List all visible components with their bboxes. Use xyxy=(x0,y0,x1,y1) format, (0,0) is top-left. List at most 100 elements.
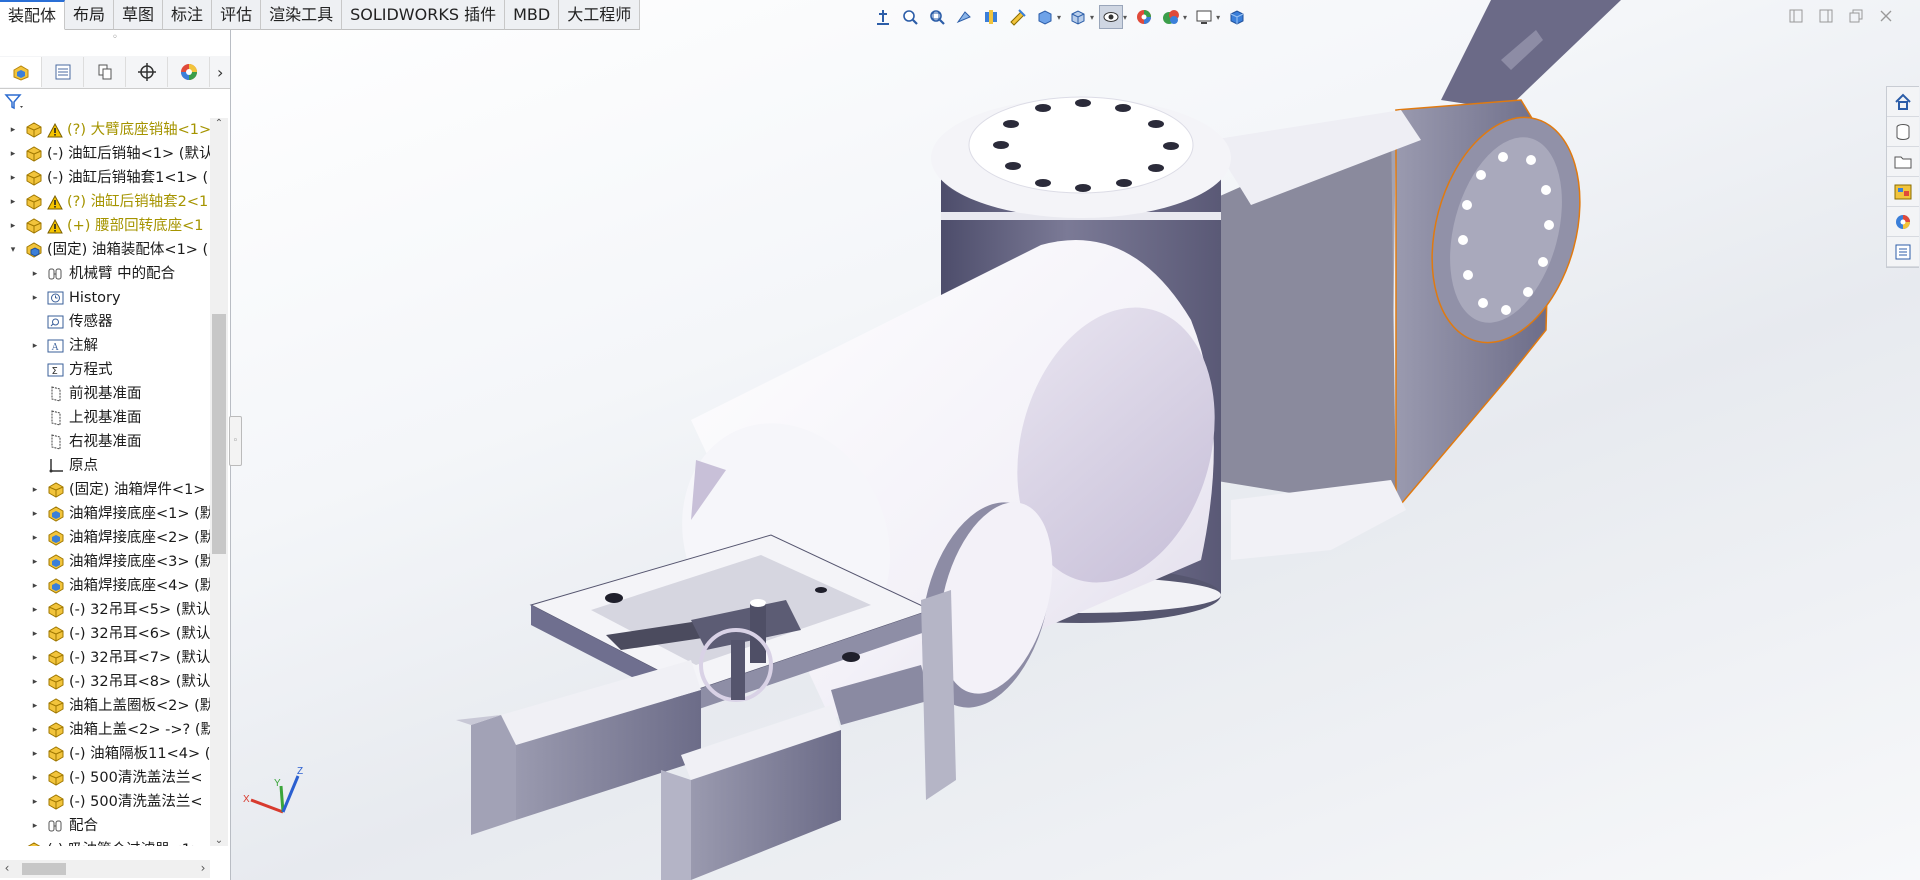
section-view-icon[interactable] xyxy=(979,5,1003,29)
file-explorer-icon[interactable] xyxy=(1887,147,1919,177)
custom-properties-icon[interactable] xyxy=(1887,237,1919,267)
tree-item[interactable]: 原点 xyxy=(30,454,98,478)
expand-twisty-icon[interactable]: ▸ xyxy=(30,622,40,646)
3d-view-icon[interactable] xyxy=(1225,5,1249,29)
expand-twisty-icon[interactable]: ▸ xyxy=(30,814,40,838)
expand-twisty-icon[interactable]: ▸ xyxy=(30,598,40,622)
view-orientation-icon[interactable] xyxy=(1033,5,1057,29)
dropdown-arrow-icon[interactable]: ▾ xyxy=(1057,13,1061,22)
expand-twisty-icon[interactable]: ▸ xyxy=(8,214,18,238)
property-manager-icon[interactable] xyxy=(42,57,85,87)
tree-item[interactable]: ▸ History xyxy=(30,286,121,310)
panel-grip[interactable]: ◦ xyxy=(0,30,230,46)
expand-twisty-icon[interactable]: ▸ xyxy=(8,166,18,190)
tree-item[interactable]: ▸ 油箱上盖<2> ->? (默 xyxy=(30,718,210,742)
expand-twisty-icon[interactable]: ▸ xyxy=(30,790,40,814)
zoom-to-area-icon[interactable] xyxy=(925,5,949,29)
zoom-to-fit-icon[interactable] xyxy=(898,5,922,29)
home-icon[interactable] xyxy=(1887,87,1919,117)
tree-item[interactable]: ▸ (-) 油缸后销轴套1<1> ( xyxy=(8,166,208,190)
horizontal-scroll-thumb[interactable] xyxy=(22,863,66,875)
close-icon[interactable] xyxy=(1876,6,1896,26)
dropdown-arrow-icon[interactable]: ▾ xyxy=(1090,13,1094,22)
tile-left-icon[interactable] xyxy=(1786,6,1806,26)
scroll-right-arrow-icon[interactable]: › xyxy=(196,861,210,875)
expand-twisty-icon[interactable]: ▸ xyxy=(30,502,40,526)
expand-twisty-icon[interactable]: ▸ xyxy=(30,742,40,766)
tree-item[interactable]: 前视基准面 xyxy=(30,382,142,406)
tree-item[interactable]: ▸ (固定) 油箱焊件<1> xyxy=(30,478,206,502)
scroll-left-arrow-icon[interactable]: ‹ xyxy=(0,861,14,875)
expand-twisty-icon[interactable]: ▸ xyxy=(30,766,40,790)
display-manager-icon[interactable] xyxy=(168,57,211,87)
tile-right-icon[interactable] xyxy=(1816,6,1836,26)
feature-manager-icon[interactable] xyxy=(0,57,43,87)
view-palette-icon[interactable] xyxy=(1887,177,1919,207)
graphics-area[interactable] xyxy=(231,0,1920,880)
tab-solidworks-addins[interactable]: SOLIDWORKS 插件 xyxy=(342,0,506,30)
tree-item[interactable]: ▾ (固定) 油箱装配体<1> ( xyxy=(8,238,208,262)
expand-twisty-icon[interactable]: ▸ xyxy=(8,142,18,166)
restore-icon[interactable] xyxy=(1846,6,1866,26)
tree-item[interactable]: ▸ 油箱焊接底座<3> (默 xyxy=(30,550,210,574)
expand-twisty-icon[interactable]: ▸ xyxy=(30,670,40,694)
tree-item[interactable]: ▸ (?) 大臂底座销轴<1> xyxy=(8,118,210,142)
design-library-icon[interactable] xyxy=(1887,117,1919,147)
view-settings-icon[interactable] xyxy=(1192,5,1216,29)
expand-twisty-icon[interactable]: ▸ xyxy=(8,118,18,142)
tab-layout[interactable]: 布局 xyxy=(65,0,115,30)
expand-twisty-icon[interactable]: ▸ xyxy=(8,190,18,214)
tree-item[interactable]: ▸ (+) 腰部回转底座<1 xyxy=(8,214,204,238)
dropdown-arrow-icon[interactable]: ▾ xyxy=(1183,13,1187,22)
edit-appearance-icon[interactable] xyxy=(1132,5,1156,29)
tree-item[interactable]: ▸ (-) 32吊耳<6> (默认 xyxy=(30,622,210,646)
expand-twisty-icon[interactable]: ▸ xyxy=(30,718,40,742)
tree-item[interactable]: ▸ 油箱上盖圈板<2> (默 xyxy=(30,694,210,718)
dimxpert-icon[interactable] xyxy=(126,57,169,87)
tree-item[interactable]: ▸ (-) 油箱隔板11<4> ( xyxy=(30,742,210,766)
vertical-scroll-thumb[interactable] xyxy=(212,314,226,554)
tree-item[interactable]: ▸ (-) 500清洗盖法兰< xyxy=(30,766,203,790)
scroll-up-arrow-icon[interactable]: ⌃ xyxy=(210,118,228,129)
tree-item[interactable]: ▸ (?) 油缸后销轴套2<1 xyxy=(8,190,208,214)
scroll-down-arrow-icon[interactable]: ⌄ xyxy=(210,835,228,846)
tab-render-tools[interactable]: 渲染工具 xyxy=(261,0,343,30)
expand-twisty-icon[interactable]: ▸ xyxy=(8,838,18,846)
previous-view-icon[interactable] xyxy=(952,5,976,29)
hide-show-items-icon[interactable] xyxy=(1099,5,1124,29)
expand-twisty-icon[interactable]: ▸ xyxy=(30,694,40,718)
collapse-twisty-icon[interactable]: ▾ xyxy=(8,238,18,262)
tree-item[interactable]: ▸ 油箱焊接底座<1> (默 xyxy=(30,502,210,526)
tab-markup[interactable]: 标注 xyxy=(163,0,213,30)
dropdown-arrow-icon[interactable]: ▾ xyxy=(1216,13,1220,22)
expand-twisty-icon[interactable]: ▸ xyxy=(30,526,40,550)
view-orientation-pin-icon[interactable] xyxy=(871,5,895,29)
tree-item[interactable]: ▸ (-) 500清洗盖法兰< xyxy=(30,790,203,814)
tree-item[interactable]: ▸ 配合 xyxy=(30,814,98,838)
tab-mbd[interactable]: MBD xyxy=(505,0,560,30)
apply-scene-icon[interactable] xyxy=(1159,5,1183,29)
display-style-icon[interactable] xyxy=(1066,5,1090,29)
tree-item[interactable]: ▸ (-) 吸油管合过滤器<1> xyxy=(8,838,203,846)
tree-item[interactable]: 上视基准面 xyxy=(30,406,142,430)
expand-twisty-icon[interactable]: ▸ xyxy=(30,334,40,358)
more-tabs-chevron-icon[interactable]: › xyxy=(210,63,230,82)
expand-twisty-icon[interactable]: ▸ xyxy=(30,286,40,310)
tab-evaluate[interactable]: 评估 xyxy=(212,0,262,30)
tree-item[interactable]: Σ 方程式 xyxy=(30,358,113,382)
tab-engineer[interactable]: 大工程师 xyxy=(559,0,641,30)
tree-horizontal-scrollbar[interactable]: ‹ › xyxy=(0,860,210,878)
tree-item[interactable]: 右视基准面 xyxy=(30,430,142,454)
tree-item[interactable]: ▸ (-) 32吊耳<7> (默认 xyxy=(30,646,210,670)
expand-twisty-icon[interactable]: ▸ xyxy=(30,550,40,574)
dropdown-arrow-icon[interactable]: ▾ xyxy=(1123,13,1127,22)
expand-twisty-icon[interactable]: ▸ xyxy=(30,574,40,598)
robot-arm-model[interactable] xyxy=(231,0,1920,880)
appearances-icon[interactable] xyxy=(1887,207,1919,237)
panel-collapse-handle[interactable]: ◦ xyxy=(229,416,242,466)
tree-item[interactable]: 传感器 xyxy=(30,310,113,334)
tree-filter[interactable] xyxy=(4,90,26,114)
tree-item[interactable]: ▸ 机械臂 中的配合 xyxy=(30,262,175,286)
tree-item[interactable]: ▸ A 注解 xyxy=(30,334,98,358)
tree-item[interactable]: ▸ (-) 油缸后销轴<1> (默认 xyxy=(8,142,210,166)
